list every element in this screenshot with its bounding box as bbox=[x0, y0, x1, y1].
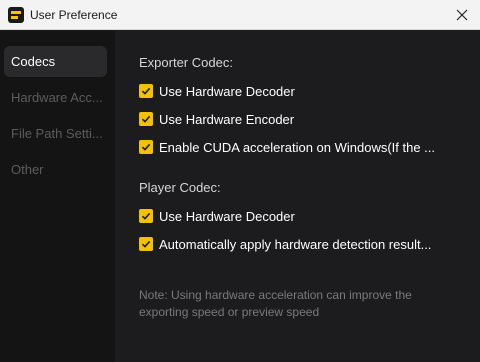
sidebar-item-label: Codecs bbox=[11, 54, 56, 69]
checkbox-label: Use Hardware Decoder bbox=[159, 83, 295, 99]
close-icon bbox=[456, 9, 468, 21]
checkbox-label: Enable CUDA acceleration on Windows(If t… bbox=[159, 139, 436, 155]
sidebar: Codecs Hardware Acc... File Path Setti..… bbox=[0, 31, 115, 362]
checkbox-checked-icon[interactable] bbox=[139, 84, 153, 98]
title-bar: User Preference bbox=[0, 0, 480, 30]
sidebar-item-label: Hardware Acc... bbox=[11, 90, 103, 105]
codecs-panel: Exporter Codec: Use Hardware Decoder Use… bbox=[115, 31, 480, 362]
sidebar-item-other[interactable]: Other bbox=[4, 154, 107, 185]
window-title: User Preference bbox=[30, 8, 118, 22]
sidebar-item-label: File Path Setti... bbox=[11, 126, 103, 141]
exporter-codec-heading: Exporter Codec: bbox=[139, 55, 233, 70]
checkbox-checked-icon[interactable] bbox=[139, 140, 153, 154]
player-auto-hardware-detection-checkbox[interactable]: Automatically apply hardware detection r… bbox=[139, 235, 431, 253]
player-hardware-decoder-checkbox[interactable]: Use Hardware Decoder bbox=[139, 207, 295, 225]
app-logo-icon bbox=[8, 7, 24, 23]
checkbox-label: Use Hardware Encoder bbox=[159, 111, 295, 127]
sidebar-item-file-path-settings[interactable]: File Path Setti... bbox=[4, 118, 107, 149]
exporter-hardware-encoder-checkbox[interactable]: Use Hardware Encoder bbox=[139, 110, 294, 128]
sidebar-item-hardware-acceleration[interactable]: Hardware Acc... bbox=[4, 82, 107, 113]
hardware-acceleration-note: Note: Using hardware acceleration can im… bbox=[139, 288, 412, 319]
exporter-cuda-checkbox[interactable]: Enable CUDA acceleration on Windows(If t… bbox=[139, 138, 435, 156]
exporter-hardware-decoder-checkbox[interactable]: Use Hardware Decoder bbox=[139, 82, 295, 100]
player-codec-heading: Player Codec: bbox=[139, 180, 221, 195]
checkbox-checked-icon[interactable] bbox=[139, 237, 153, 251]
sidebar-item-label: Other bbox=[11, 162, 44, 177]
checkbox-checked-icon[interactable] bbox=[139, 112, 153, 126]
close-button[interactable] bbox=[444, 0, 480, 30]
sidebar-item-codecs[interactable]: Codecs bbox=[4, 46, 107, 77]
checkbox-label: Use Hardware Decoder bbox=[159, 208, 295, 224]
checkbox-label: Automatically apply hardware detection r… bbox=[159, 236, 432, 252]
checkbox-checked-icon[interactable] bbox=[139, 209, 153, 223]
